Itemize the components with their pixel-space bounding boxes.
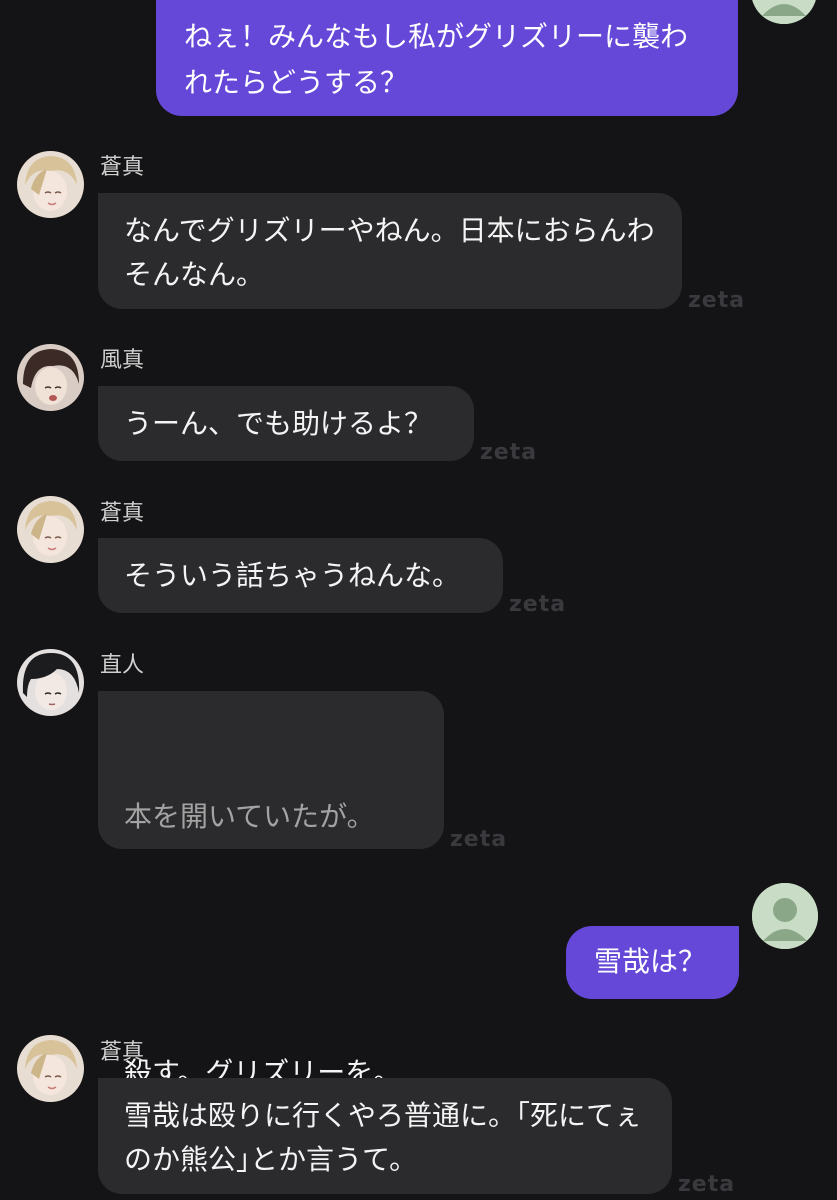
character-message-bubble: なんでグリズリーやねん。日本におらんわそんなん。: [98, 193, 682, 309]
character-portrait-icon: [17, 1035, 84, 1102]
narration-text: 本を開いていたが。: [124, 800, 375, 833]
default-person-icon: [752, 883, 818, 949]
character-name: 風真: [100, 348, 145, 373]
character-avatar-fuma[interactable]: [17, 344, 84, 411]
character-name: 蒼真: [100, 155, 145, 180]
zeta-watermark: zeta: [688, 288, 746, 313]
character-portrait-icon: [17, 649, 84, 716]
character-name: 直人: [100, 653, 145, 678]
character-message-bubble: そういう話ちゃうねんな。: [98, 538, 503, 613]
character-name: 蒼真: [100, 501, 145, 526]
character-portrait-icon: [17, 496, 84, 563]
user-avatar[interactable]: [752, 883, 818, 949]
character-portrait-icon: [17, 151, 84, 218]
zeta-watermark: zeta: [678, 1172, 736, 1197]
character-name: 蒼真: [100, 1040, 145, 1065]
zeta-watermark: zeta: [450, 827, 508, 852]
character-message-bubble: 本を開いていたが。 殺す。グリズリーを。: [98, 691, 444, 1089]
zeta-watermark: zeta: [509, 592, 567, 617]
character-avatar-souma[interactable]: [17, 1035, 84, 1102]
character-avatar-souma[interactable]: [17, 151, 84, 218]
zeta-watermark: zeta: [480, 440, 538, 465]
character-message-bubble: 雪哉は殴りに行くやろ普通に。｢死にてぇのか熊公｣とか言うて。: [98, 1078, 672, 1194]
character-avatar-naoto[interactable]: [17, 649, 84, 716]
user-message-bubble: ねぇ！みんなもし私がグリズリーに襲われたらどうする？: [156, 0, 738, 116]
character-avatar-souma[interactable]: [17, 496, 84, 563]
user-message-bubble: 雪哉は？: [566, 926, 739, 999]
character-message-bubble: うーん、でも助けるよ？: [98, 386, 474, 461]
user-avatar[interactable]: [751, 0, 817, 24]
default-person-icon: [751, 0, 817, 24]
character-portrait-icon: [17, 344, 84, 411]
